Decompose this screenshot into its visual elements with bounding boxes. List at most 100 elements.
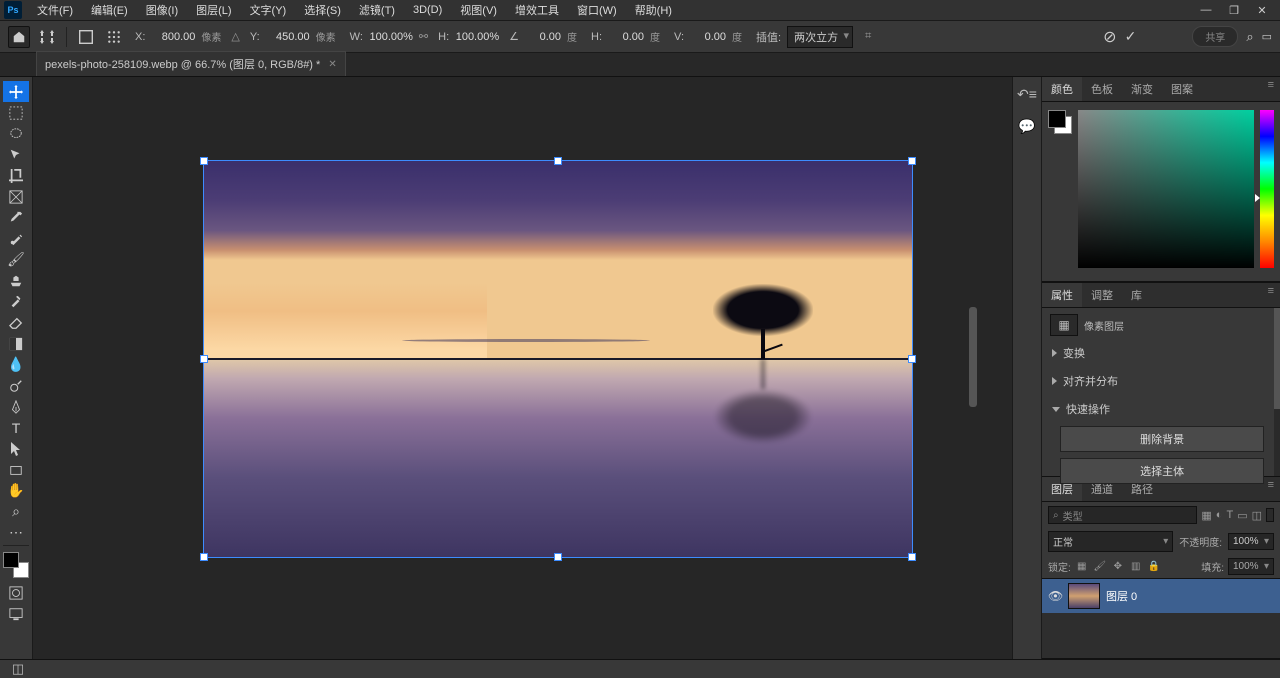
opacity-input[interactable]: 100%▾: [1228, 533, 1274, 550]
comments-panel-icon[interactable]: 💬: [1016, 115, 1038, 137]
history-brush-tool[interactable]: [3, 291, 29, 312]
menu-layer[interactable]: 图层(L): [187, 0, 240, 20]
menu-plugins[interactable]: 增效工具: [506, 0, 568, 20]
marquee-tool[interactable]: [3, 102, 29, 123]
hand-tool[interactable]: ✋: [3, 480, 29, 501]
layer-row[interactable]: 👁 图层 0: [1042, 579, 1280, 613]
home-icon[interactable]: [8, 26, 30, 48]
workspace-icon[interactable]: ▭: [1262, 30, 1272, 43]
filter-type-icon[interactable]: T: [1226, 509, 1233, 522]
transform-handle-mr[interactable]: [908, 355, 916, 363]
brush-tool[interactable]: 🖌: [3, 249, 29, 270]
select-subject-button[interactable]: 选择主体: [1060, 458, 1264, 484]
tab-color[interactable]: 颜色: [1042, 77, 1082, 101]
warp-icon[interactable]: ⌗: [865, 30, 871, 43]
zoom-tool[interactable]: ⌕: [3, 501, 29, 522]
y-input[interactable]: [266, 31, 310, 43]
transform-handle-tr[interactable]: [908, 157, 916, 165]
panel-menu-icon[interactable]: ≡: [1262, 77, 1280, 101]
transform-handle-bm[interactable]: [554, 553, 562, 561]
color-picker-field[interactable]: [1078, 110, 1254, 268]
transform-tool-icon[interactable]: [36, 26, 58, 48]
transform-handle-tm[interactable]: [554, 157, 562, 165]
cancel-transform-icon[interactable]: ⊘: [1103, 27, 1116, 47]
link-icon[interactable]: ⚯: [419, 30, 428, 43]
menu-view[interactable]: 视图(V): [451, 0, 506, 20]
props-scrollbar[interactable]: [1274, 308, 1280, 476]
color-swatches[interactable]: [3, 552, 29, 578]
tab-adjustments[interactable]: 调整: [1082, 283, 1122, 307]
menu-edit[interactable]: 编辑(E): [82, 0, 137, 20]
w-input[interactable]: [369, 31, 413, 43]
quick-actions-accordion[interactable]: 快速操作: [1050, 398, 1272, 420]
eraser-tool[interactable]: [3, 312, 29, 333]
lock-pixels-icon[interactable]: 🖌: [1093, 560, 1107, 574]
panel-menu-icon[interactable]: ≡: [1262, 283, 1280, 307]
reference-point-icon[interactable]: [75, 26, 97, 48]
menu-type[interactable]: 文字(Y): [241, 0, 296, 20]
menu-file[interactable]: 文件(F): [28, 0, 82, 20]
transform-handle-bl[interactable]: [200, 553, 208, 561]
edit-toolbar-icon[interactable]: ⋯: [3, 522, 29, 543]
blur-tool[interactable]: 💧: [3, 354, 29, 375]
crop-tool[interactable]: [3, 165, 29, 186]
window-close-icon[interactable]: ✕: [1248, 1, 1276, 19]
align-accordion[interactable]: 对齐并分布: [1050, 370, 1272, 392]
layer-thumbnail[interactable]: [1068, 583, 1100, 609]
tab-properties[interactable]: 属性: [1042, 283, 1082, 307]
eyedropper-tool[interactable]: [3, 207, 29, 228]
tab-gradients[interactable]: 渐变: [1122, 77, 1162, 101]
quick-mask-icon[interactable]: [3, 582, 29, 603]
skew-h-input[interactable]: [608, 31, 644, 43]
gradient-tool[interactable]: [3, 333, 29, 354]
type-tool[interactable]: T: [3, 417, 29, 438]
color-panel-swatches[interactable]: [1048, 110, 1072, 134]
visibility-toggle-icon[interactable]: 👁: [1048, 589, 1062, 603]
interp-dropdown[interactable]: 两次立方 ▾: [787, 26, 853, 48]
lock-all-icon[interactable]: 🔒: [1147, 560, 1161, 574]
canvas-area[interactable]: [33, 77, 1012, 659]
window-restore-icon[interactable]: ❐: [1220, 1, 1248, 19]
clone-stamp-tool[interactable]: [3, 270, 29, 291]
panel-menu-icon[interactable]: ≡: [1262, 477, 1280, 501]
angle-input[interactable]: [525, 31, 561, 43]
vertical-scrollbar[interactable]: [969, 307, 977, 407]
reference-grid-icon[interactable]: [103, 26, 125, 48]
menu-image[interactable]: 图像(I): [137, 0, 187, 20]
tab-patterns[interactable]: 图案: [1162, 77, 1202, 101]
hue-slider[interactable]: [1260, 110, 1274, 268]
fill-input[interactable]: 100%▾: [1228, 558, 1274, 575]
healing-brush-tool[interactable]: [3, 228, 29, 249]
foreground-color[interactable]: [3, 552, 19, 568]
tab-libraries[interactable]: 库: [1122, 283, 1151, 307]
window-minimize-icon[interactable]: —: [1192, 1, 1220, 19]
move-tool[interactable]: [3, 81, 29, 102]
transform-handle-tl[interactable]: [200, 157, 208, 165]
timeline-toggle-icon[interactable]: ◫: [6, 661, 30, 677]
filter-toggle-icon[interactable]: [1266, 508, 1274, 522]
lasso-tool[interactable]: [3, 123, 29, 144]
share-button[interactable]: 共享: [1192, 26, 1238, 47]
document-tab[interactable]: pexels-photo-258109.webp @ 66.7% (图层 0, …: [36, 51, 346, 76]
layer-name-label[interactable]: 图层 0: [1106, 588, 1137, 604]
transform-accordion[interactable]: 变换: [1050, 342, 1272, 364]
close-tab-icon[interactable]: ✕: [328, 59, 336, 70]
screen-mode-icon[interactable]: [3, 603, 29, 624]
dodge-tool[interactable]: [3, 375, 29, 396]
filter-shape-icon[interactable]: ▭: [1237, 509, 1247, 522]
frame-tool[interactable]: [3, 186, 29, 207]
transform-bounding-box[interactable]: [203, 160, 913, 558]
pen-tool[interactable]: [3, 396, 29, 417]
menu-filter[interactable]: 滤镜(T): [350, 0, 404, 20]
lock-position-icon[interactable]: ✥: [1111, 560, 1125, 574]
h-input[interactable]: [455, 31, 499, 43]
transform-handle-br[interactable]: [908, 553, 916, 561]
layer-filter-input[interactable]: ⌕类型: [1048, 506, 1197, 524]
commit-transform-icon[interactable]: ✓: [1125, 28, 1137, 45]
path-select-tool[interactable]: [3, 438, 29, 459]
quick-select-tool[interactable]: [3, 144, 29, 165]
filter-adjustment-icon[interactable]: ◐: [1216, 509, 1223, 522]
tab-swatches[interactable]: 色板: [1082, 77, 1122, 101]
transform-handle-ml[interactable]: [200, 355, 208, 363]
menu-help[interactable]: 帮助(H): [626, 0, 681, 20]
